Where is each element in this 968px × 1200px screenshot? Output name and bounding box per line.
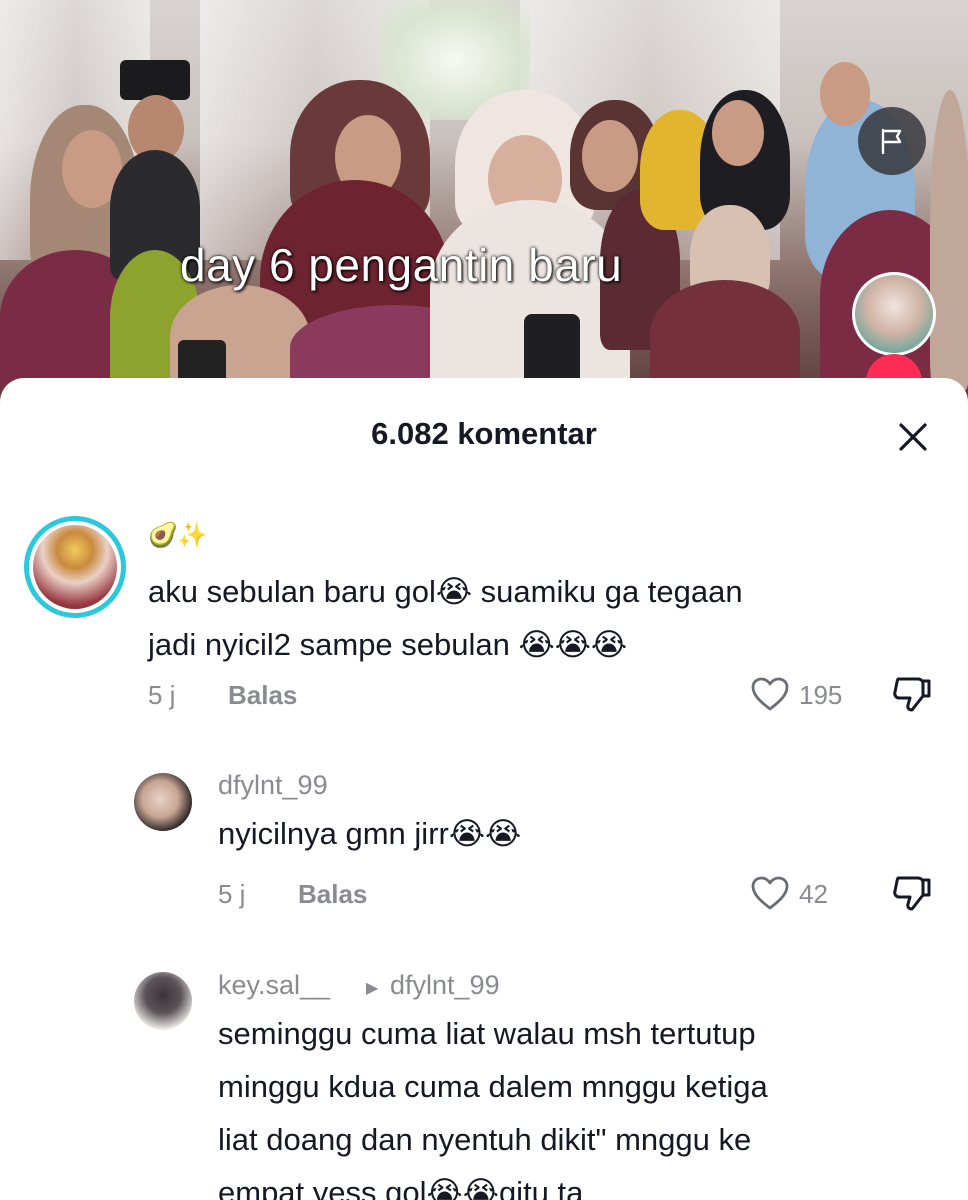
close-button[interactable] [892,416,934,458]
reply-avatar[interactable] [134,972,192,1030]
reply-username[interactable]: key.sal__ [218,970,330,1001]
guest-cap [120,60,190,100]
reply-avatar[interactable] [134,773,192,831]
comment-username[interactable]: 🥑✨ [148,521,208,550]
reply-text: liat doang dan nyentuh dikit" mnggu ke [218,1122,752,1157]
heart-icon[interactable] [750,875,790,911]
reply-text: minggu kdua cuma dalem mnggu ketiga [218,1069,768,1104]
heart-icon[interactable] [750,676,790,712]
video-overlay-text: day 6 pengantin baru [180,239,623,291]
report-button[interactable] [858,107,926,175]
reply-button[interactable]: Balas [298,879,367,910]
video-player[interactable]: day 6 pengantin baru [0,0,968,400]
reply-text: nyicilnya gmn jirr😭😭 [218,816,522,851]
close-icon [899,423,927,451]
comments-count-title: 6.082 komentar [371,416,597,451]
reply-button[interactable]: Balas [228,680,297,711]
creator-avatar[interactable] [852,272,936,356]
dislike-icon[interactable] [890,674,934,714]
comment-timestamp: 5 j [148,680,176,710]
like-count: 195 [799,680,843,710]
reply-text: seminggu cuma liat walau msh tertutup [218,1016,756,1051]
comment-avatar[interactable] [24,516,126,618]
flag-icon [881,128,902,155]
reply-to-username[interactable]: dfylnt_99 [390,970,500,1001]
guest-figure [930,90,968,390]
dislike-icon[interactable] [890,873,934,913]
comment-text: aku sebulan baru gol😭 suamiku ga tegaan [148,574,743,609]
reply-to-arrow-icon: ▶ [366,980,379,997]
comment-text: jadi nyicil2 sampe sebulan 😭😭😭 [148,627,628,662]
like-count: 42 [799,879,828,909]
reply-timestamp: 5 j [218,879,246,909]
guest-face [712,100,764,166]
reply-username[interactable]: dfylnt_99 [218,770,328,801]
comments-sheet: 6.082 komentar 🥑✨ aku sebulan baru gol😭 … [0,378,968,1200]
guest-face [582,120,638,192]
avatar-photo [33,525,117,609]
guest-face [820,62,870,126]
reply-text: empat yess gol😭😭gitu ta [218,1175,584,1200]
